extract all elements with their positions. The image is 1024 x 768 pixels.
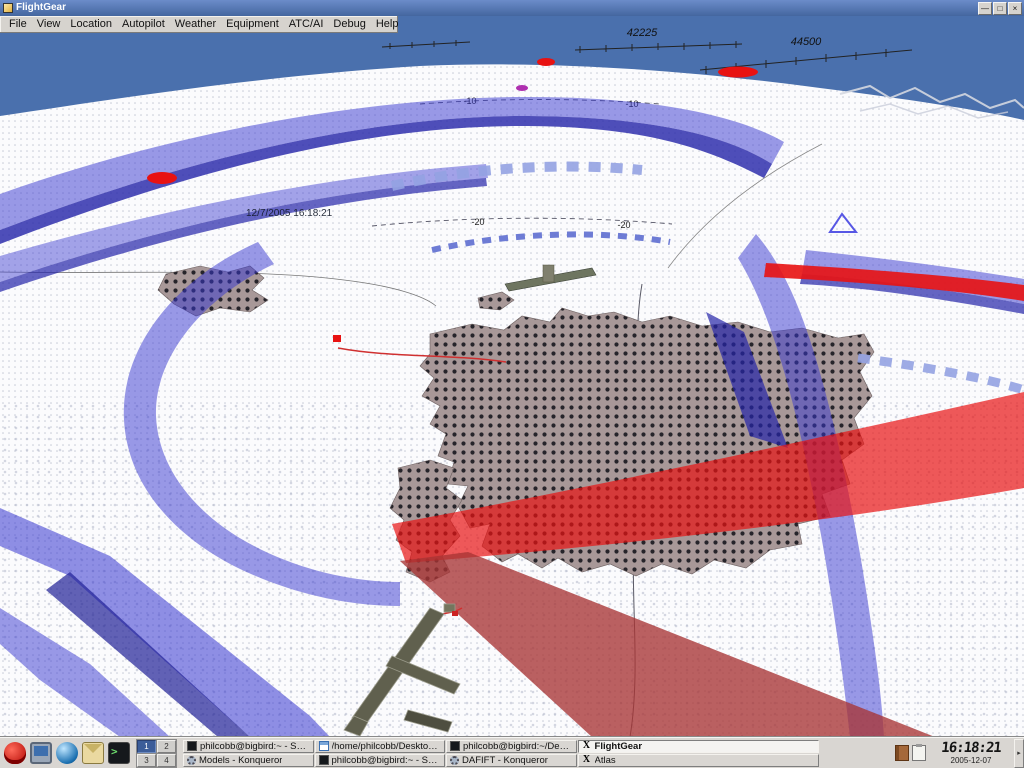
task-flightgear[interactable]: X FlightGear (578, 740, 819, 753)
terminal-icon (319, 755, 329, 765)
task-shell-desktop[interactable]: philcobb@bigbird:~/Desktop/d (446, 740, 577, 753)
gear-icon (450, 756, 459, 765)
maximize-button[interactable]: □ (993, 2, 1007, 15)
x11-icon: X (582, 741, 592, 751)
task-atlas[interactable]: X Atlas (578, 754, 819, 767)
globe-icon (56, 742, 78, 764)
task-shell-2[interactable]: philcobb@bigbird:~ - Shell - K (315, 754, 446, 767)
desktop-2[interactable]: 2 (157, 740, 176, 753)
k-menu-button[interactable] (2, 740, 28, 767)
show-desktop-button[interactable] (28, 740, 54, 767)
terminal-icon (450, 741, 460, 751)
window-titlebar[interactable]: FlightGear — □ × (0, 0, 1024, 16)
system-tray (895, 745, 926, 761)
menu-view[interactable]: View (32, 17, 66, 31)
book-tray-icon[interactable] (895, 745, 909, 761)
kmail-launcher[interactable] (80, 740, 106, 767)
terminal-icon (187, 741, 197, 751)
desktop-icon (30, 742, 52, 764)
menu-help[interactable]: Help (371, 17, 404, 31)
menu-equipment[interactable]: Equipment (221, 17, 284, 31)
kde-taskbar: > 1 2 3 4 philcobb@bigbird:~ - Shell - K… (0, 737, 1024, 768)
menu-atc-ai[interactable]: ATC/AI (284, 17, 329, 31)
flightgear-3d-viewport: 42225 44500 -10 -10 -20 -20 (0, 16, 1024, 737)
task-dafift-konqueror[interactable]: DAFIFT - Konqueror (446, 754, 577, 767)
konsole-launcher[interactable]: > (106, 740, 132, 767)
desktop: FlightGear — □ × (0, 0, 1024, 768)
window-title: FlightGear (16, 0, 977, 16)
k-menu-icon (4, 742, 26, 764)
menu-file[interactable]: File (4, 17, 32, 31)
terrain-airspace-scene: 42225 44500 -10 -10 -20 -20 (0, 16, 1024, 737)
menu-debug[interactable]: Debug (328, 17, 370, 31)
menu-weather[interactable]: Weather (170, 17, 221, 31)
panel-hide-button[interactable]: ▸ (1014, 739, 1024, 768)
close-button[interactable]: × (1008, 2, 1022, 15)
virtual-desktop-pager: 1 2 3 4 (136, 739, 177, 768)
sim-timestamp: 12/7/2005 16:18:21 (246, 208, 333, 219)
menu-location[interactable]: Location (65, 17, 117, 31)
taskbar-clock[interactable]: 16:18:21 2005-12-07 (930, 741, 1012, 765)
task-shell-1[interactable]: philcobb@bigbird:~ - Shell - K (183, 740, 314, 753)
contour-label: -20 (617, 220, 630, 230)
konqueror-launcher[interactable] (54, 740, 80, 767)
flightgear-menubar: File View Location Autopilot Weather Equ… (0, 16, 398, 33)
task-dafif-file[interactable]: /home/philcobb/Desktop/dafif (315, 740, 446, 753)
terminal-icon: > (108, 742, 130, 764)
contour-label: -20 (471, 217, 484, 227)
task-button-list: philcobb@bigbird:~ - Shell - K /home/phi… (183, 740, 819, 767)
clock-time: 16:18:21 (929, 741, 1013, 756)
desktop-3[interactable]: 3 (137, 754, 156, 767)
file-icon (319, 741, 329, 751)
scale-label: 44500 (791, 36, 822, 48)
menu-autopilot[interactable]: Autopilot (117, 17, 170, 31)
clock-date: 2005-12-07 (930, 756, 1012, 765)
mail-icon (82, 742, 104, 764)
clipboard-tray-icon[interactable] (912, 745, 926, 761)
task-models-konqueror[interactable]: Models - Konqueror (183, 754, 314, 767)
minimize-button[interactable]: — (978, 2, 992, 15)
gear-icon (187, 756, 196, 765)
desktop-1[interactable]: 1 (137, 740, 156, 753)
scale-label: 42225 (627, 27, 658, 39)
flightgear-window-icon (3, 3, 13, 13)
desktop-4[interactable]: 4 (157, 754, 176, 767)
x11-icon: X (582, 755, 592, 765)
